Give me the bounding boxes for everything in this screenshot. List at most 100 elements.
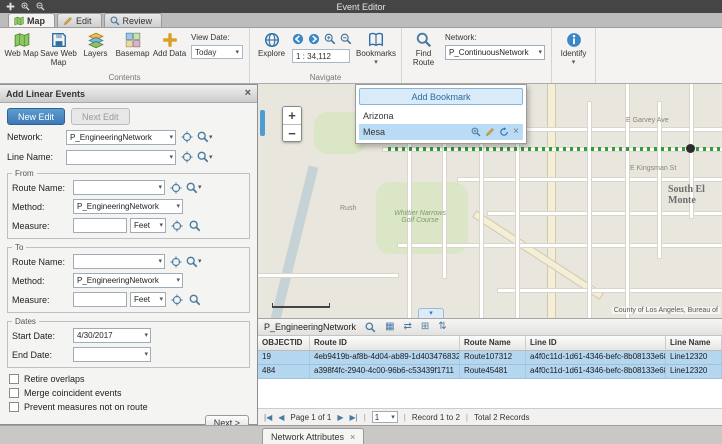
start-date-input[interactable]: 4/30/2017 ▾ xyxy=(73,328,151,343)
bookmarks-popup: Add Bookmark Arizona Mesa × xyxy=(355,84,527,144)
zoom-in-button[interactable]: + xyxy=(283,107,301,124)
next-extent-icon[interactable] xyxy=(308,33,320,45)
table-collapse-handle[interactable]: ▾ xyxy=(418,308,444,318)
sort-icon[interactable]: ⇅ xyxy=(438,322,446,332)
map-attribution: County of Los Angeles, Bureau of xyxy=(612,307,720,314)
to-method-select[interactable]: P_EngineeringNetwork ▾ xyxy=(73,273,183,288)
bookmarks-button[interactable]: Bookmarks ▾ xyxy=(354,29,398,73)
network-select[interactable]: P_EngineeringNetwork ▾ xyxy=(66,130,176,145)
chevron-down-icon: ▾ xyxy=(235,49,239,56)
end-date-input[interactable]: ▾ xyxy=(73,347,151,362)
bookmark-item-arizona[interactable]: Arizona xyxy=(359,108,523,124)
web-map-button[interactable]: Web Map xyxy=(3,29,40,73)
from-measure-zoom-icon[interactable] xyxy=(187,218,202,234)
map-zoom-in-icon[interactable] xyxy=(324,33,336,45)
table-row[interactable]: 19 4eb9419b-af8b-4d04-ab89-1d403476832b … xyxy=(258,351,722,365)
prevent-measures-checkbox[interactable]: Prevent measures not on route xyxy=(9,402,248,412)
from-method-select[interactable]: P_EngineeringNetwork ▾ xyxy=(73,199,183,214)
previous-page-button[interactable]: ◀ xyxy=(278,413,284,422)
from-select-route-on-map-icon[interactable] xyxy=(168,180,183,196)
select-line-on-map-icon[interactable] xyxy=(179,149,194,165)
column-header-objectid[interactable]: OBJECTID xyxy=(258,336,310,350)
view-date-select[interactable]: Today ▾ xyxy=(191,45,243,59)
layers-button[interactable]: Layers xyxy=(77,29,114,73)
add-bookmark-button[interactable]: Add Bookmark xyxy=(359,88,523,105)
from-route-name-select[interactable]: ▾ xyxy=(73,180,165,195)
next-page-button[interactable]: ▶ xyxy=(337,413,343,422)
save-web-map-button[interactable]: Save Web Map xyxy=(40,29,77,73)
to-select-route-on-map-icon[interactable] xyxy=(168,254,183,270)
to-route-zoom-icon[interactable]: ▾ xyxy=(186,254,202,270)
line-name-select[interactable]: ▾ xyxy=(66,150,176,165)
bookmark-delete-icon[interactable]: × xyxy=(513,127,519,137)
toolbar-network-select[interactable]: P_ContinuousNetwork ▾ xyxy=(445,45,545,60)
page-select[interactable]: 1 ▾ xyxy=(372,411,398,423)
to-route-name-select[interactable]: ▾ xyxy=(73,254,165,269)
tab-network-attributes-label: Network Attributes xyxy=(271,432,344,442)
bookmark-refresh-icon[interactable] xyxy=(499,127,509,137)
retire-overlaps-checkbox[interactable]: Retire overlaps xyxy=(9,374,248,384)
zoom-out-button[interactable]: − xyxy=(283,124,301,141)
calendar-dropdown-icon: ▾ xyxy=(144,351,148,358)
panel-title: Add Linear Events xyxy=(6,89,85,99)
map-street-label: E Garvey Ave xyxy=(626,117,669,124)
bookmark-item-mesa[interactable]: Mesa × xyxy=(359,124,523,140)
start-date-value: 4/30/2017 xyxy=(77,331,113,340)
identify-label: Identify xyxy=(561,49,587,58)
identify-button[interactable]: Identify ▾ xyxy=(555,29,592,73)
add-data-button[interactable]: Add Data xyxy=(151,29,188,73)
column-header-line-name[interactable]: Line Name xyxy=(666,336,722,350)
zoom-to-selection-icon[interactable] xyxy=(365,322,376,333)
road xyxy=(473,212,602,299)
road xyxy=(398,244,722,247)
to-legend: To xyxy=(12,243,26,252)
find-route-button[interactable]: Find Route xyxy=(405,29,442,73)
page-select-value: 1 xyxy=(375,413,379,422)
chevron-down-icon: ▾ xyxy=(176,277,180,284)
next-edit-button[interactable]: Next Edit xyxy=(71,108,130,125)
total-records-text: Total 2 Records xyxy=(474,413,530,422)
tab-network-attributes[interactable]: Network Attributes × xyxy=(262,428,364,444)
first-page-button[interactable]: |◀ xyxy=(264,413,272,422)
to-pick-measure-icon[interactable] xyxy=(169,292,184,308)
map-canvas[interactable]: E Garvey Ave E Kingsman St Rush Whittier… xyxy=(258,84,722,318)
table-grid-icon[interactable]: ▦ xyxy=(385,322,394,332)
merge-coincident-events-checkbox[interactable]: Merge coincident events xyxy=(9,388,248,398)
previous-extent-icon[interactable] xyxy=(292,33,304,45)
explore-button[interactable]: Explore xyxy=(253,29,290,73)
from-pick-measure-icon[interactable] xyxy=(169,218,184,234)
select-network-on-map-icon[interactable] xyxy=(179,129,194,145)
cell-route-id: 4eb9419b-af8b-4d04-ab89-1d403476832b xyxy=(310,351,460,364)
network-zoom-icon[interactable]: ▾ xyxy=(197,129,213,145)
tab-edit[interactable]: Edit xyxy=(57,13,102,27)
from-measure-input[interactable] xyxy=(73,218,127,233)
basemap-button[interactable]: Basemap xyxy=(114,29,151,73)
column-header-route-id[interactable]: Route ID xyxy=(310,336,460,350)
close-tab-icon[interactable]: × xyxy=(350,432,355,442)
dates-group: Dates Start Date: 4/30/2017 ▾ End Date: … xyxy=(7,317,250,368)
from-route-zoom-icon[interactable]: ▾ xyxy=(186,180,202,196)
to-method-label: Method: xyxy=(12,276,70,286)
table-row[interactable]: 484 a398f4fc-2940-4c00-96b6-c53439f1711 … xyxy=(258,365,722,379)
network-value: P_EngineeringNetwork xyxy=(70,133,152,142)
to-measure-zoom-icon[interactable] xyxy=(187,292,202,308)
new-edit-button[interactable]: New Edit xyxy=(7,108,65,125)
bookmark-edit-icon[interactable] xyxy=(485,127,495,137)
tab-review[interactable]: Review xyxy=(104,13,163,27)
last-page-button[interactable]: ▶| xyxy=(349,413,357,422)
add-selection-icon[interactable]: ⊞ xyxy=(421,322,429,332)
from-unit-select[interactable]: Feet ▾ xyxy=(130,218,166,233)
map-zoom-out-icon[interactable] xyxy=(340,33,352,45)
panel-collapse-handle[interactable] xyxy=(260,110,265,136)
bookmark-zoom-icon[interactable] xyxy=(471,127,481,137)
to-measure-input[interactable] xyxy=(73,292,127,307)
switch-selection-icon[interactable]: ⇄ xyxy=(404,322,412,332)
to-unit-select[interactable]: Feet ▾ xyxy=(130,292,166,307)
panel-close-icon[interactable]: × xyxy=(245,88,251,99)
line-zoom-icon[interactable]: ▾ xyxy=(197,149,213,165)
column-header-route-name[interactable]: Route Name xyxy=(460,336,526,350)
column-header-line-id[interactable]: Line ID xyxy=(526,336,666,350)
map-street-label: Rush xyxy=(340,205,356,212)
tab-map[interactable]: Map xyxy=(8,13,55,27)
scale-input[interactable]: 1 : 34,112 xyxy=(292,49,350,63)
